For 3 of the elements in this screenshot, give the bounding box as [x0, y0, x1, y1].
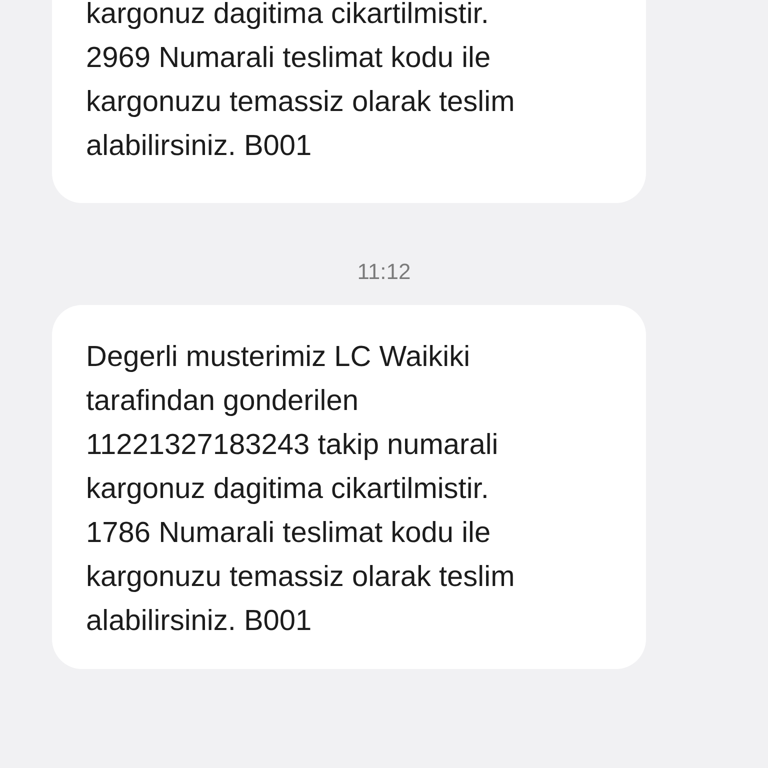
timestamp: 11:12: [356, 258, 412, 286]
message-text: kargonuz dagitima cikartilmistir. 2969 Numarali teslimat kodu ile kargonuzu temassiz olarak teslim alabilirsiniz. B001: [86, 0, 516, 164]
message-text: Degerli musterimiz LC Waikiki tarafindan gonderilen 11221327183243 takip numarali kargonuz dagitima cikartilmistir. 1786 Numarali teslimat kodu ile kargonuzu temassiz olarak teslim alabilirsiniz. B001: [86, 340, 516, 639]
